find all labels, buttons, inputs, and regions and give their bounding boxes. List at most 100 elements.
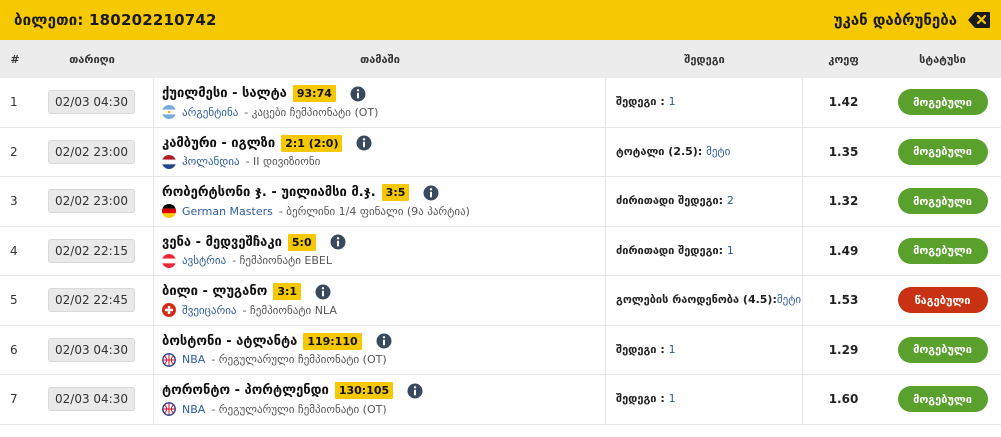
info-icon[interactable]: [315, 284, 331, 300]
date-pill: 02/02 23:00: [48, 189, 135, 214]
league-line: ჰოლანდია - II დივიზიონი: [162, 154, 605, 169]
league-name: - ბერლინი 1/4 ფინალი (9ა პარტია): [278, 204, 470, 218]
result-value: 1: [668, 95, 676, 109]
country-link[interactable]: შვეიცარია: [182, 304, 237, 317]
score-badge: 3:5: [381, 184, 410, 202]
country-link[interactable]: German Masters: [182, 205, 273, 218]
col-coef: კოეფ: [828, 52, 859, 66]
result-label: შედეგი :: [616, 392, 669, 406]
info-icon[interactable]: [376, 333, 392, 349]
result-cell: გოლების რაოდენობა (4.5):მეტი: [606, 276, 803, 325]
date-cell: 02/02 22:15: [30, 226, 154, 275]
table-row: 5 02/02 22:45 ბილი - ლუგანო 3:1 შვეიცარი…: [0, 276, 1001, 326]
date-cell: 02/03 04:30: [30, 78, 154, 127]
info-icon[interactable]: [423, 185, 439, 201]
match-name: კამბური - იგლზი: [162, 135, 276, 151]
status-badge[interactable]: მოგებული: [897, 188, 988, 215]
status-cell: წაგებული: [884, 287, 1001, 314]
date-cell: 02/03 04:30: [30, 375, 154, 424]
date-cell: 02/02 23:00: [30, 177, 154, 226]
date-cell: 02/02 22:45: [30, 276, 154, 325]
coef-value: 1.42: [828, 95, 859, 110]
result-value: 1: [668, 392, 676, 406]
league-name: - რეგულარული ჩემპიონატი (OT): [211, 353, 387, 367]
result-text: ძირითადი შედეგი: 2: [616, 194, 802, 208]
result-label: ტოტალი (2.5):: [616, 144, 707, 158]
result-cell: შედეგი : 1: [606, 375, 803, 424]
country-link[interactable]: ავსტრია: [182, 254, 226, 267]
date-pill: 02/02 22:15: [48, 238, 135, 263]
table-row: 1 02/03 04:30 ქუილმესი - სალტა 93:74 არგ…: [0, 78, 1001, 128]
game-cell: კამბური - იგლზი 2:1 (2:0) ჰოლანდია - II …: [154, 127, 606, 176]
match-name: ქუილმესი - სალტა: [162, 86, 287, 102]
status-cell: მოგებული: [884, 138, 1001, 165]
country-link[interactable]: ჰოლანდია: [182, 155, 240, 168]
date-cell: 02/03 04:30: [30, 325, 154, 374]
match-name: ბოსტონი - ატლანტა: [162, 333, 298, 349]
status-badge[interactable]: მოგებული: [897, 237, 988, 264]
info-icon[interactable]: [407, 383, 423, 399]
result-value: მეტი: [706, 144, 731, 158]
table-header: # თარიღი თამაში შედეგი კოეფ სტატუსი: [0, 40, 1001, 78]
result-cell: შედეგი : 1: [606, 325, 803, 374]
col-result: შედეგი: [684, 52, 725, 66]
game-title-line: რობერტსონი ჯ. - უილიამსი მ.ჯ. 3:5: [162, 184, 605, 202]
league-line: შვეიცარია - ჩემპიონატი NLA: [162, 303, 605, 318]
result-cell: ტოტალი (2.5): მეტი: [606, 127, 803, 176]
status-badge[interactable]: მოგებული: [897, 386, 988, 413]
nba-logo-icon: [162, 352, 176, 367]
league-name: - კაცები ჩემპიონატი (OT): [244, 105, 379, 119]
date-pill: 02/03 04:30: [48, 387, 135, 412]
switzerland-flag-icon: [162, 303, 176, 318]
row-number: 6: [10, 342, 18, 357]
country-link[interactable]: არგენტინა: [182, 106, 238, 119]
score-badge: 119:110: [303, 332, 362, 350]
league-line: German Masters - ბერლინი 1/4 ფინალი (9ა …: [162, 204, 605, 219]
game-title-line: ბილი - ლუგანო 3:1: [162, 283, 605, 301]
row-number: 5: [10, 293, 18, 308]
table-row: 4 02/02 22:15 ვენა - მედვეშჩაკი 5:0 ავსტ…: [0, 226, 1001, 276]
coef-value: 1.49: [828, 243, 859, 258]
coef-value: 1.35: [828, 144, 859, 159]
result-cell: ძირითადი შედეგი: 1: [606, 226, 803, 275]
status-cell: მოგებული: [884, 89, 1001, 116]
status-cell: მოგებული: [884, 336, 1001, 363]
result-value: მეტი: [776, 293, 802, 307]
row-number: 4: [10, 243, 18, 258]
league-line: NBA - რეგულარული ჩემპიონატი (OT): [162, 352, 605, 367]
info-icon[interactable]: [350, 86, 366, 102]
league-name: - რეგულარული ჩემპიონატი (OT): [211, 402, 387, 416]
backspace-icon: [968, 12, 990, 28]
col-status: სტატუსი: [919, 52, 966, 66]
game-title-line: ბოსტონი - ატლანტა 119:110: [162, 332, 605, 350]
status-badge[interactable]: მოგებული: [897, 89, 988, 116]
game-cell: ტორონტო - პორტლენდი 130:105 NBA - რეგულა…: [154, 375, 606, 424]
status-cell: მოგებული: [884, 188, 1001, 215]
country-link[interactable]: NBA: [182, 353, 205, 366]
league-line: ავსტრია - ჩემპიონატი EBEL: [162, 253, 605, 268]
ticket-header: ბილეთი: 180202210742 უკან დაბრუნება: [0, 0, 1001, 40]
row-number: 1: [10, 95, 18, 110]
table-row: 3 02/02 23:00 რობერტსონი ჯ. - უილიამსი მ…: [0, 177, 1001, 227]
game-cell: ბოსტონი - ატლანტა 119:110 NBA - რეგულარუ…: [154, 325, 606, 374]
result-value: 2: [726, 194, 734, 208]
status-badge[interactable]: მოგებული: [897, 336, 988, 363]
country-link[interactable]: NBA: [182, 403, 205, 416]
status-cell: მოგებული: [884, 386, 1001, 413]
game-cell: ქუილმესი - სალტა 93:74 არგენტინა - კაცებ…: [154, 78, 606, 127]
game-cell: ვენა - მედვეშჩაკი 5:0 ავსტრია - ჩემპიონა…: [154, 226, 606, 275]
status-badge[interactable]: მოგებული: [897, 138, 988, 165]
game-title-line: ქუილმესი - სალტა 93:74: [162, 85, 605, 103]
info-icon[interactable]: [356, 135, 372, 151]
ticket-title: ბილეთი: 180202210742: [14, 11, 217, 29]
col-game: თამაში: [360, 52, 400, 66]
info-icon[interactable]: [330, 234, 346, 250]
back-button[interactable]: უკან დაბრუნება: [834, 11, 991, 29]
status-badge[interactable]: წაგებული: [897, 287, 988, 314]
result-label: ძირითადი შედეგი:: [616, 243, 727, 257]
game-title-line: ვენა - მედვეშჩაკი 5:0: [162, 233, 605, 251]
match-name: ვენა - მედვეშჩაკი: [162, 234, 282, 250]
result-label: გოლების რაოდენობა (4.5):: [616, 293, 777, 307]
table-row: 7 02/03 04:30 ტორონტო - პორტლენდი 130:10…: [0, 375, 1001, 425]
table-row: 2 02/02 23:00 კამბური - იგლზი 2:1 (2:0) …: [0, 127, 1001, 177]
